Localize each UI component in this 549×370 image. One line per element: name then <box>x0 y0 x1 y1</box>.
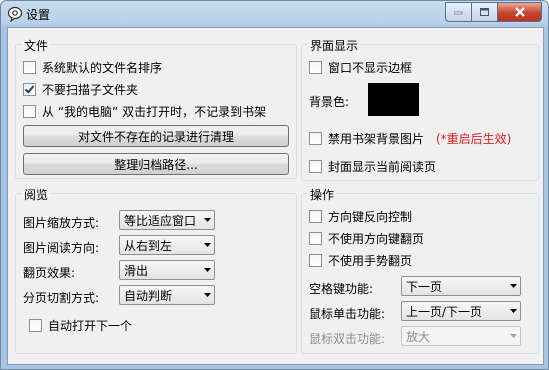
read-direction-label: 图片阅读方向: <box>23 241 100 255</box>
close-icon <box>514 7 525 17</box>
display-group-title: 界面显示 <box>308 37 361 54</box>
file-group-title: 文件 <box>22 37 51 54</box>
checkbox-box[interactable] <box>309 132 322 145</box>
bg-color-label: 背景色: <box>309 95 350 109</box>
archive-path-button[interactable]: 整理归档路径... <box>23 153 289 175</box>
checkbox-box[interactable] <box>309 210 322 223</box>
file-group: 文件 系统默认的文件名排序 不要扫描子文件夹 从 “我的电脑” 双击打开时，不记… <box>15 37 297 179</box>
reading-group: 阅览 图片缩放方式: 等比适应窗口 图片阅读方向: 从右到左 翻页效果: 滑出 … <box>15 186 297 354</box>
operation-group: 操作 方向键反向控制 不使用方向键翻页 不使用手势翻页 空格键功能: 下一页 鼠… <box>301 186 539 354</box>
app-icon <box>7 6 23 22</box>
title-bar[interactable]: 设置 <box>1 1 548 27</box>
single-click-label: 鼠标单击功能: <box>309 307 386 321</box>
checkbox-box[interactable] <box>309 160 322 173</box>
display-group: 界面显示 窗口不显示边框 背景色: 禁用书架背景图片 (*重启后生效) 封面显示… <box>301 37 539 181</box>
chevron-down-icon <box>200 268 214 272</box>
checkbox-label: 从 “我的电脑” 双击打开时，不记录到书架 <box>42 105 267 119</box>
double-click-label: 鼠标双击功能: <box>309 332 386 346</box>
chevron-down-icon <box>200 293 214 297</box>
split-mode-label: 分页切割方式: <box>23 291 100 305</box>
operation-group-title: 操作 <box>308 186 337 203</box>
checkbox-cover-current-page[interactable]: 封面显示当前阅读页 <box>309 158 436 175</box>
checkbox-box[interactable] <box>23 83 36 96</box>
checkbox-no-gesture-paging[interactable]: 不使用手势翻页 <box>309 252 412 269</box>
restart-note: (*重启后生效) <box>436 132 512 146</box>
chevron-down-icon <box>506 284 520 288</box>
checkbox-label: 窗口不显示边框 <box>328 61 413 75</box>
checkbox-no-window-border[interactable]: 窗口不显示边框 <box>309 59 412 76</box>
chevron-down-icon <box>200 243 214 247</box>
page-effect-label: 翻页效果: <box>23 266 76 280</box>
checkbox-box[interactable] <box>29 319 42 332</box>
window-title: 设置 <box>26 8 51 22</box>
minimize-icon <box>454 11 463 15</box>
page-effect-select[interactable]: 滑出 <box>119 260 215 280</box>
checkbox-box[interactable] <box>309 254 322 267</box>
checkbox-box[interactable] <box>309 61 322 74</box>
checkbox-auto-open-next[interactable]: 自动打开下一个 <box>29 317 132 334</box>
checkbox-label: 不使用手势翻页 <box>328 254 413 268</box>
checkbox-box[interactable] <box>23 61 36 74</box>
chevron-down-icon <box>506 334 520 338</box>
clean-records-button[interactable]: 对文件不存在的记录进行清理 <box>23 125 289 147</box>
checkbox-no-scan-subfolders[interactable]: 不要扫描子文件夹 <box>23 81 138 98</box>
chevron-down-icon <box>506 309 520 313</box>
checkbox-label: 不使用方向键翻页 <box>328 232 425 246</box>
checkbox-label: 方向键反向控制 <box>328 210 413 224</box>
checkbox-label: 系统默认的文件名排序 <box>42 61 163 75</box>
checkbox-label: 封面显示当前阅读页 <box>328 160 437 174</box>
read-direction-select[interactable]: 从右到左 <box>119 235 215 255</box>
settings-panel: 文件 系统默认的文件名排序 不要扫描子文件夹 从 “我的电脑” 双击打开时，不记… <box>7 27 544 365</box>
reading-group-title: 阅览 <box>22 186 51 203</box>
checkbox-label: 自动打开下一个 <box>48 319 133 333</box>
chevron-down-icon <box>200 218 214 222</box>
space-key-label: 空格键功能: <box>309 282 374 296</box>
checkbox-default-sort[interactable]: 系统默认的文件名排序 <box>23 59 162 76</box>
zoom-mode-label: 图片缩放方式: <box>23 216 100 230</box>
split-mode-select[interactable]: 自动判断 <box>119 285 215 305</box>
checkbox-label: 不要扫描子文件夹 <box>42 83 139 97</box>
double-click-select: 放大 <box>401 326 521 346</box>
checkbox-no-record-shelf[interactable]: 从 “我的电脑” 双击打开时，不记录到书架 <box>23 103 266 120</box>
checkbox-label: 禁用书架背景图片 <box>328 132 425 146</box>
space-key-select[interactable]: 下一页 <box>401 276 521 296</box>
close-button[interactable] <box>498 2 542 22</box>
maximize-button[interactable] <box>472 2 498 22</box>
single-click-select[interactable]: 上一页/下一页 <box>401 301 521 321</box>
checkbox-box[interactable] <box>309 232 322 245</box>
checkbox-no-arrow-paging[interactable]: 不使用方向键翻页 <box>309 230 424 247</box>
zoom-mode-select[interactable]: 等比适应窗口 <box>119 210 215 230</box>
checkbox-box[interactable] <box>23 105 36 118</box>
bg-color-swatch[interactable] <box>368 83 419 116</box>
maximize-icon <box>479 7 489 16</box>
minimize-button[interactable] <box>445 2 472 22</box>
settings-window: 设置 文件 系统默认的文件名排序 不要扫描子文件夹 从 “我的电脑” 双击打开时… <box>0 0 549 370</box>
checkbox-reverse-arrow-keys[interactable]: 方向键反向控制 <box>309 208 412 225</box>
checkbox-disable-shelf-bg[interactable]: 禁用书架背景图片 <box>309 130 424 147</box>
